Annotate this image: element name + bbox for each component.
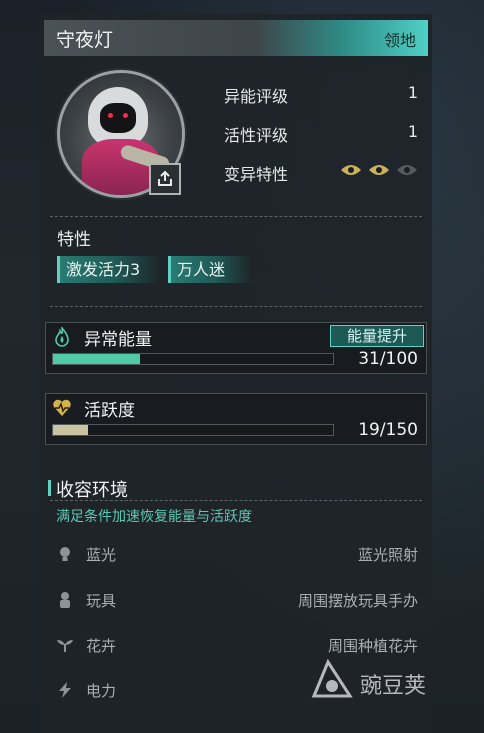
environment-subtitle: 满足条件加速恢复能量与活跃度 (56, 509, 252, 525)
environment-row-toy: 玩具 周围摆放玩具手办 (56, 589, 418, 613)
environment-name: 玩具 (86, 592, 117, 610)
environment-value: 周围摆放玩具手办 (297, 592, 418, 610)
section-marker (48, 480, 51, 496)
stat-label-power: 异能评级 (224, 87, 289, 106)
environment-value: 周围种植花卉 (327, 637, 418, 655)
share-button[interactable] (149, 163, 181, 195)
environment-title: 收容环境 (56, 480, 128, 501)
eye-icon (397, 165, 417, 175)
trait-badge[interactable]: 激发活力3 (57, 256, 161, 283)
energy-panel: 异常能量 能量提升 31/100 (45, 322, 427, 374)
activity-value: 19/150 (358, 420, 418, 440)
divider (50, 216, 422, 217)
divider (50, 500, 422, 501)
energy-value: 31/100 (358, 349, 418, 369)
environment-name: 电力 (86, 682, 117, 700)
watermark: 豌豆荚 (308, 656, 458, 708)
flame-icon (55, 327, 69, 347)
stat-label-mutation: 变异特性 (224, 165, 289, 184)
trait-badge[interactable]: 万人迷 (168, 256, 252, 283)
environment-value: 蓝光照射 (357, 546, 418, 564)
page-title: 守夜灯 (56, 29, 114, 51)
plant-icon (57, 640, 73, 652)
toy-icon (60, 592, 70, 608)
title-bar: 守夜灯 领地 (44, 20, 428, 56)
energy-label: 异常能量 (84, 330, 152, 350)
energy-boost-button[interactable]: 能量提升 (330, 325, 424, 347)
share-icon (158, 170, 172, 186)
mutation-indicator[interactable] (340, 163, 418, 179)
eye-icon (369, 165, 389, 175)
environment-row-light: 蓝光 蓝光照射 (56, 543, 418, 567)
energy-progress (52, 353, 334, 365)
environment-name: 蓝光 (86, 546, 117, 564)
traits-title: 特性 (57, 230, 91, 250)
activity-label: 活跃度 (84, 401, 135, 421)
activity-progress (52, 424, 334, 436)
eye-icon (341, 165, 361, 175)
stat-value-activity: 1 (407, 122, 418, 141)
environment-row-plant: 花卉 周围种植花卉 (56, 634, 418, 658)
lightning-icon (59, 682, 71, 698)
watermark-text: 豌豆荚 (360, 674, 427, 699)
divider (50, 306, 422, 307)
activity-progress-fill (53, 425, 89, 435)
watermark-logo (311, 658, 353, 698)
environment-name: 花卉 (86, 637, 117, 655)
stat-value-power: 1 (407, 83, 418, 102)
energy-progress-fill (53, 354, 140, 364)
activity-panel: 活跃度 19/150 (45, 393, 427, 445)
lightbulb-icon (60, 547, 70, 561)
location-tag[interactable]: 领地 (384, 27, 416, 51)
stat-label-activity: 活性评级 (224, 126, 289, 145)
heart-pulse-icon (53, 399, 71, 416)
